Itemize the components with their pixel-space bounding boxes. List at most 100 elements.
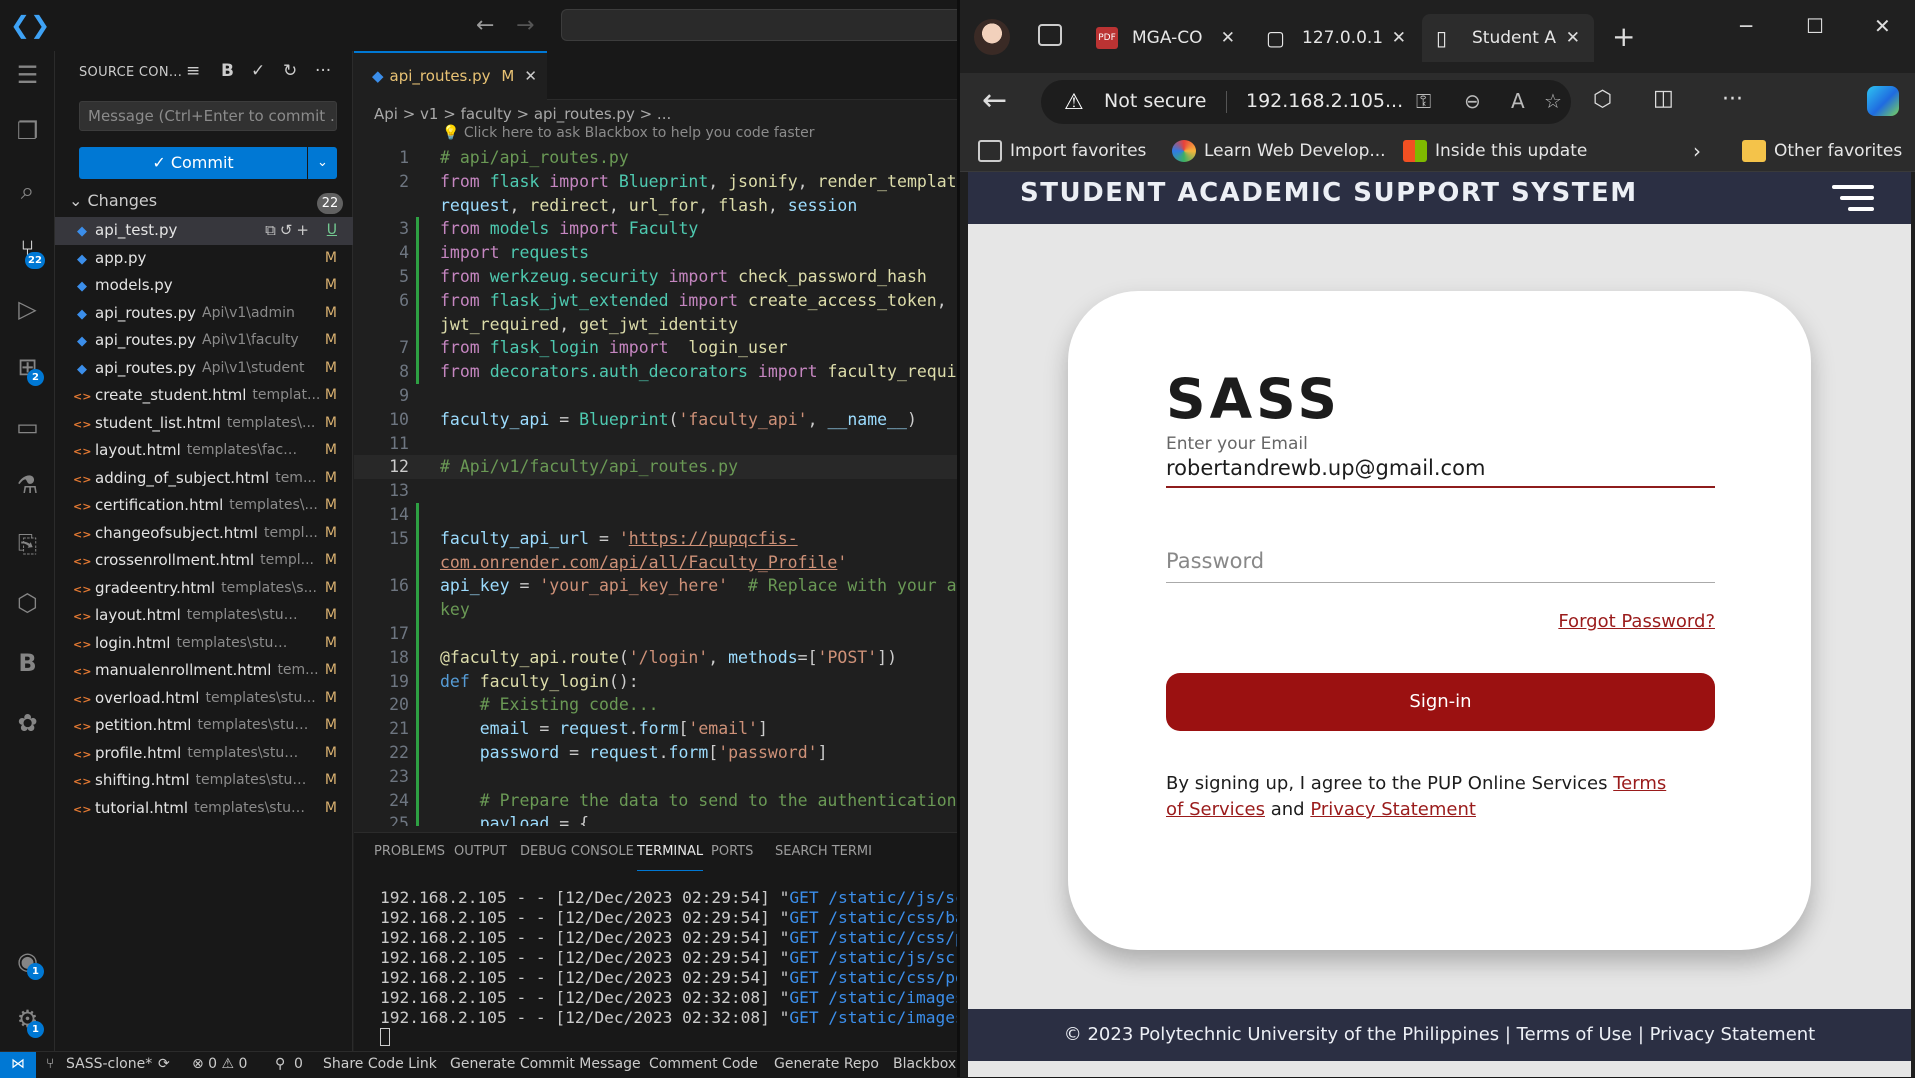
forgot-password-link[interactable]: Forgot Password? <box>1558 611 1715 632</box>
source-control-icon[interactable]: ⑂ 22 <box>0 229 55 269</box>
changed-file-item[interactable]: ◆ models.py M <box>55 272 353 300</box>
security-status[interactable]: Not secure <box>1104 90 1207 112</box>
file-row-actions-icons[interactable]: ⧉↺+ <box>265 217 313 245</box>
run-debug-icon[interactable]: ▷ <box>0 289 55 329</box>
panel-tab-debug-console[interactable]: DEBUG CONSOLE <box>520 833 634 871</box>
password-key-icon[interactable]: ⚿ <box>1416 89 1431 113</box>
command-center-search[interactable] <box>561 9 957 41</box>
changed-file-item[interactable]: ◆ api_routes.py Api\v1\admin M <box>55 300 353 328</box>
testing-icon[interactable]: ⚗ <box>0 465 55 505</box>
breadcrumb[interactable]: Api > v1 > faculty > api_routes.py > ... <box>374 100 671 128</box>
nav-forward-icon[interactable]: → <box>516 13 534 38</box>
generate-commit-message[interactable]: Generate Commit Message <box>450 1052 641 1077</box>
commit-button[interactable]: ✓ Commit <box>79 147 307 179</box>
code-line[interactable]: 12 # Api/v1/faculty/api_routes.py <box>354 455 957 480</box>
back-arrow-icon[interactable]: ← <box>982 83 1007 118</box>
maximize-icon[interactable]: ☐ <box>1806 14 1824 38</box>
blackbox-status[interactable]: Blackbox <box>893 1052 956 1077</box>
code-line[interactable]: 18 @faculty_api.route('/login', methods=[… <box>354 645 957 670</box>
new-tab-plus-icon[interactable]: + <box>1612 20 1635 53</box>
more-actions-icon[interactable]: ··· <box>315 61 331 81</box>
commit-message-input[interactable]: Message (Ctrl+Enter to commit ... <box>79 101 337 131</box>
code-line[interactable]: jwt_required, get_jwt_identity <box>354 312 957 337</box>
code-line[interactable]: 24 # Prepare the data to send to the aut… <box>354 788 957 813</box>
close-icon[interactable]: ✕ <box>1566 14 1580 62</box>
code-editor[interactable]: 1 # api/api_routes.py 2 from flask import B… <box>354 146 957 826</box>
changed-file-item[interactable]: <> student_list.html templates\... M <box>55 410 353 438</box>
code-line[interactable]: 14 <box>354 502 957 527</box>
code-line[interactable]: key <box>354 598 957 622</box>
commit-dropdown-chevron-icon[interactable]: ⌄ <box>308 147 337 179</box>
changes-section-header[interactable]: ⌄ Changes 22 <box>69 191 347 215</box>
zoom-out-icon[interactable]: ⊖ <box>1464 89 1481 113</box>
changed-file-item[interactable]: <>profile.html templates\student M <box>55 740 353 768</box>
close-icon[interactable]: ✕ <box>524 53 537 100</box>
sign-in-button[interactable]: Sign-in <box>1166 673 1715 731</box>
code-line[interactable]: 16 api_key = 'your_api_key_here' # Replac… <box>354 574 957 599</box>
code-line[interactable]: 21 email = request.form['email'] <box>354 717 957 741</box>
code-line[interactable]: 17 <box>354 621 957 646</box>
read-aloud-icon[interactable]: A <box>1511 89 1525 113</box>
changed-file-item[interactable]: <> petition.html templates\stud... M <box>55 712 353 740</box>
warning-icon[interactable]: ⚠ <box>1064 90 1084 115</box>
remote-indicator-icon[interactable]: ⋈ <box>0 1052 36 1078</box>
changed-file-item[interactable]: <> layout.html templates\faculty M <box>55 437 353 465</box>
explorer-icon[interactable]: ❐ <box>0 111 55 151</box>
favorite-star-icon[interactable]: ☆ <box>1544 89 1562 113</box>
hamburger-menu-icon[interactable] <box>1832 185 1874 211</box>
vscode-logo-icon[interactable]: ❮❯ <box>10 12 50 38</box>
code-line[interactable]: 8 from decorators.auth_decorators import … <box>354 360 957 384</box>
panel-tab-search-termi[interactable]: SEARCH TERMI <box>775 833 872 871</box>
remote-explorer-icon[interactable]: ▭ <box>0 407 55 447</box>
changed-file-item[interactable]: <> gradeentry.html templates\s... M <box>55 575 353 603</box>
problems-indicator[interactable]: ⊗ 0 ⚠ 0 <box>192 1052 247 1077</box>
tab-actions-icon[interactable] <box>1038 24 1062 46</box>
password-field[interactable]: Password <box>1166 543 1715 583</box>
close-icon[interactable]: ✕ <box>1221 14 1235 62</box>
tab-localhost[interactable]: ▢ 127.0.0.1 ✕ <box>1252 14 1420 62</box>
settings-gear-icon[interactable]: ⚙ 1 <box>0 999 55 1039</box>
code-line[interactable]: 10 faculty_api = Blueprint('faculty_api',… <box>354 408 957 432</box>
terminal-output[interactable]: 192.168.2.105 - - [12/Dec/2023 02:29:54]… <box>380 888 1004 1028</box>
changed-file-item[interactable]: ◆ api_routes.py Api\v1\faculty M <box>55 327 353 355</box>
sync-icon[interactable]: ⟳ <box>158 1052 170 1077</box>
panel-tab-problems[interactable]: PROBLEMS <box>374 833 445 871</box>
play-icon[interactable]: ⬡ <box>0 583 55 623</box>
changed-file-item[interactable]: ◆ api_test.py ⧉↺+ U <box>55 217 353 245</box>
changed-file-item[interactable]: <>layout.html templates\student M <box>55 602 353 630</box>
code-line[interactable]: 9 <box>354 384 957 408</box>
favorite-other[interactable]: Other favorites <box>1742 131 1902 172</box>
address-bar[interactable]: ⚠ Not secure 192.168.2.105... ⚿ ⊖ A ☆ <box>1041 80 1571 124</box>
code-line[interactable]: 23 <box>354 764 957 789</box>
changed-file-item[interactable]: <> adding_of_subject.html tem... M <box>55 465 353 493</box>
privacy-statement-link[interactable]: Privacy Statement <box>1310 799 1476 820</box>
search-icon[interactable]: ⌕ <box>0 171 55 211</box>
code-line[interactable]: request, redirect, url_for, flash, sessi… <box>354 194 957 218</box>
code-line[interactable]: com.onrender.com/api/all/Faculty_Profile… <box>354 550 957 575</box>
clipboard-icon[interactable]: ⎘ <box>0 524 55 564</box>
accounts-icon[interactable]: ◉ 1 <box>0 941 55 981</box>
code-line[interactable]: 19 def faculty_login(): <box>354 669 957 694</box>
code-line[interactable]: 1 # api/api_routes.py <box>354 146 957 170</box>
changed-file-item[interactable]: ◆ app.py M <box>55 245 353 273</box>
changed-file-item[interactable]: <> create_student.html templat... M <box>55 382 353 410</box>
changed-file-item[interactable]: <> manualenrollment.html tem... M <box>55 657 353 685</box>
code-line[interactable]: 7 from flask_login import login_user <box>354 336 957 361</box>
refresh-icon[interactable]: ↻ <box>283 61 297 81</box>
view-as-list-icon[interactable]: ≡ <box>186 61 200 81</box>
panel-tab-terminal[interactable]: TERMINAL <box>637 833 704 871</box>
branch-name[interactable]: SASS-clone* <box>66 1052 152 1077</box>
chatgpt-icon[interactable]: ✿ <box>0 703 55 743</box>
split-screen-icon[interactable]: ◫ <box>1653 86 1674 111</box>
tab-student[interactable]: ▯ Student A ✕ <box>1422 14 1594 62</box>
extensions-icon[interactable]: ⊞ 2 <box>0 347 55 387</box>
code-line[interactable]: 3 from models import Faculty <box>354 217 957 242</box>
share-code-link[interactable]: Share Code Link <box>323 1052 437 1077</box>
panel-tab-output[interactable]: OUTPUT <box>454 833 507 871</box>
changed-file-item[interactable]: <> tutorial.html templates\stude... M <box>55 795 353 823</box>
close-icon[interactable]: ✕ <box>1392 14 1406 62</box>
code-line[interactable]: 22 password = request.form['password'] <box>354 740 957 765</box>
email-field[interactable]: robertandrewb.up@gmail.com <box>1166 454 1715 488</box>
code-line[interactable]: 15 faculty_api_url = 'https://pupqcfis- <box>354 526 957 551</box>
changed-file-item[interactable]: <> changeofsubject.html templ... M <box>55 520 353 548</box>
